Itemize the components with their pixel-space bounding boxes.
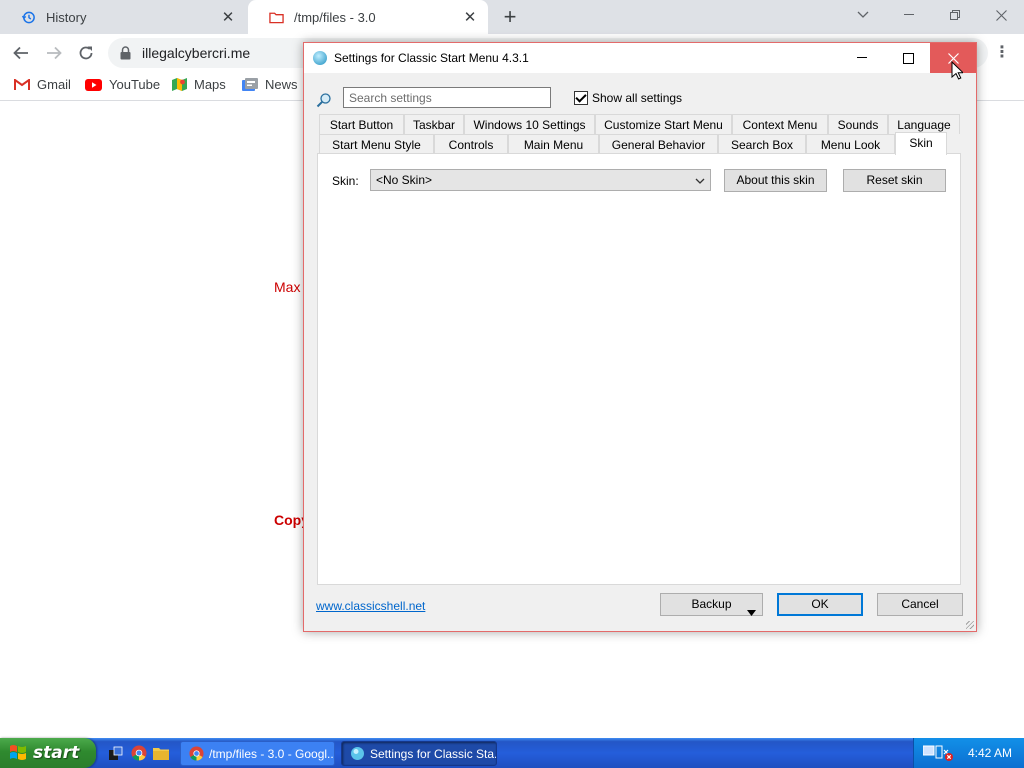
forward-button[interactable] bbox=[42, 41, 66, 65]
bookmark-label: News bbox=[265, 77, 298, 92]
history-icon bbox=[20, 9, 36, 25]
show-all-settings-label: Show all settings bbox=[592, 91, 683, 105]
tab-general-behavior[interactable]: General Behavior bbox=[599, 134, 718, 154]
news-icon bbox=[242, 77, 258, 92]
tab-sounds[interactable]: Sounds bbox=[828, 114, 888, 134]
minimize-icon[interactable] bbox=[886, 0, 932, 30]
windows-flag-icon bbox=[9, 743, 27, 763]
clock: 4:42 AM bbox=[968, 746, 1013, 760]
taskbar-item-label: /tmp/files - 3.0 - Googl... bbox=[209, 746, 335, 761]
tab-taskbar[interactable]: Taskbar bbox=[404, 114, 464, 134]
system-tray: 4:42 AM bbox=[913, 738, 1024, 768]
tab-customize-start-menu[interactable]: Customize Start Menu bbox=[595, 114, 732, 134]
tab-main-menu[interactable]: Main Menu bbox=[508, 134, 599, 154]
tab-start-button[interactable]: Start Button bbox=[319, 114, 404, 134]
dropdown-arrow-icon bbox=[747, 602, 756, 623]
tab-context-menu[interactable]: Context Menu bbox=[732, 114, 828, 134]
lock-icon[interactable] bbox=[120, 46, 131, 63]
tab-tmp-files[interactable]: /tmp/files - 3.0 ✕ bbox=[248, 0, 488, 34]
skin-dropdown[interactable]: <No Skin> bbox=[370, 169, 711, 191]
backup-label: Backup bbox=[691, 597, 732, 611]
dialog-minimize-icon[interactable] bbox=[839, 43, 885, 73]
skin-label: Skin: bbox=[332, 174, 359, 188]
tab-windows-10-settings[interactable]: Windows 10 Settings bbox=[464, 114, 595, 134]
bookmark-news[interactable]: News bbox=[242, 77, 298, 92]
maps-icon bbox=[172, 77, 187, 92]
quicklaunch-show-desktop-icon[interactable] bbox=[107, 745, 123, 761]
chevron-down-icon bbox=[695, 174, 705, 188]
tab-start-menu-style[interactable]: Start Menu Style bbox=[319, 134, 434, 154]
start-label: start bbox=[33, 743, 80, 763]
ok-button[interactable]: OK bbox=[777, 593, 863, 616]
reload-button[interactable] bbox=[74, 41, 98, 65]
chrome-icon bbox=[189, 746, 204, 761]
youtube-icon bbox=[85, 78, 102, 91]
restore-icon[interactable] bbox=[932, 0, 978, 30]
checkbox-checked-icon[interactable] bbox=[574, 91, 588, 105]
taskbar-item-settings[interactable]: Settings for Classic Sta... bbox=[341, 741, 497, 766]
dialog-maximize-icon[interactable] bbox=[885, 43, 931, 73]
bookmark-maps[interactable]: Maps bbox=[172, 77, 226, 92]
back-button[interactable] bbox=[9, 41, 33, 65]
new-tab-button[interactable]: + bbox=[498, 5, 522, 29]
dialog-titlebar[interactable]: Settings for Classic Start Menu 4.3.1 bbox=[304, 43, 976, 73]
mouse-cursor-icon bbox=[951, 60, 965, 83]
reset-skin-button[interactable]: Reset skin bbox=[843, 169, 946, 192]
close-window-icon[interactable] bbox=[978, 0, 1024, 30]
resize-grip-icon[interactable] bbox=[966, 621, 974, 629]
browser-tab-strip: History ✕ /tmp/files - 3.0 ✕ + bbox=[0, 0, 1024, 34]
network-disconnected-icon[interactable] bbox=[922, 745, 953, 765]
classic-shell-icon bbox=[313, 51, 327, 65]
tab-close-icon[interactable]: ✕ bbox=[462, 8, 478, 26]
skin-tab-panel bbox=[317, 153, 961, 585]
tab-close-icon[interactable]: ✕ bbox=[220, 8, 236, 26]
search-settings-input[interactable] bbox=[343, 87, 551, 108]
tab-search-icon[interactable] bbox=[840, 0, 886, 30]
tab-menu-look[interactable]: Menu Look bbox=[806, 134, 895, 154]
folder-favicon-icon bbox=[268, 9, 284, 25]
bookmark-gmail[interactable]: Gmail bbox=[14, 77, 71, 92]
taskbar-item-chrome[interactable]: /tmp/files - 3.0 - Googl... bbox=[180, 741, 335, 766]
dialog-title: Settings for Classic Start Menu 4.3.1 bbox=[334, 51, 529, 65]
quicklaunch-chrome-icon[interactable] bbox=[131, 745, 147, 761]
browser-menu-icon[interactable]: ⋮ bbox=[990, 41, 1014, 65]
skin-selected-value: <No Skin> bbox=[376, 173, 433, 187]
classic-shell-icon bbox=[350, 746, 365, 761]
bookmark-youtube[interactable]: YouTube bbox=[85, 77, 160, 92]
tab-history[interactable]: History ✕ bbox=[0, 0, 246, 34]
bookmark-label: YouTube bbox=[109, 77, 161, 92]
classicshell-link[interactable]: www.classicshell.net bbox=[316, 599, 425, 613]
url-text: illegalcybercri.me bbox=[142, 45, 251, 61]
about-this-skin-button[interactable]: About this skin bbox=[724, 169, 827, 192]
tab-title: /tmp/files - 3.0 bbox=[294, 9, 376, 25]
backup-button[interactable]: Backup bbox=[660, 593, 763, 616]
quicklaunch-explorer-icon[interactable] bbox=[153, 745, 169, 761]
tab-language[interactable]: Language bbox=[888, 114, 960, 134]
taskbar-item-label: Settings for Classic Sta... bbox=[370, 746, 497, 761]
settings-dialog: Settings for Classic Start Menu 4.3.1 Sh… bbox=[303, 42, 977, 632]
tab-title: History bbox=[46, 9, 87, 25]
taskbar: start /tmp/files - 3.0 - Googl... Settin… bbox=[0, 738, 1024, 768]
search-icon bbox=[316, 92, 332, 111]
bookmark-label: Gmail bbox=[37, 77, 71, 92]
page-text-fragment: Max bbox=[274, 279, 301, 295]
gmail-icon bbox=[14, 78, 30, 91]
tab-controls[interactable]: Controls bbox=[434, 134, 508, 154]
tab-skin[interactable]: Skin bbox=[895, 132, 947, 155]
cancel-button[interactable]: Cancel bbox=[877, 593, 963, 616]
tab-search-box[interactable]: Search Box bbox=[718, 134, 806, 154]
bookmark-label: Maps bbox=[194, 77, 226, 92]
show-all-settings-checkbox[interactable]: Show all settings bbox=[574, 91, 682, 105]
start-button[interactable]: start bbox=[0, 738, 96, 768]
